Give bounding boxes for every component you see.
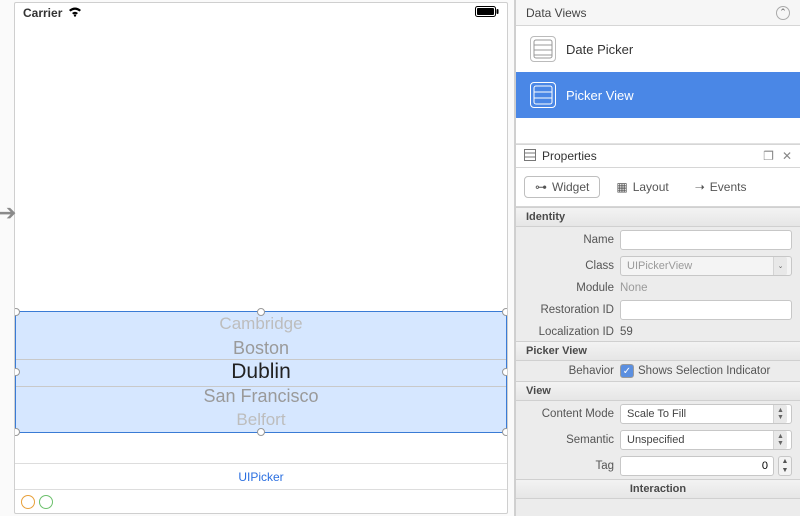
properties-title: Properties	[542, 149, 597, 163]
semantic-value: Unspecified	[627, 434, 684, 446]
tab-events[interactable]: ➝ Events	[685, 176, 757, 198]
first-responder-icon[interactable]	[39, 495, 53, 509]
device-frame: Carrier Cambridge Boston Dublin San Fran…	[14, 2, 508, 514]
picker-row-selected[interactable]: Dublin	[16, 360, 506, 384]
data-views-header[interactable]: Data Views ⌃	[516, 0, 800, 26]
properties-tabs: ⊶ Widget ▦ Layout ➝ Events	[516, 168, 800, 207]
resize-handle[interactable]	[14, 428, 20, 436]
tab-label: Events	[710, 180, 747, 194]
tab-label: Layout	[633, 180, 669, 194]
data-views-title: Data Views	[526, 6, 586, 20]
design-canvas[interactable]: ➔ Carrier Cambridge Boston Dublin San Fr…	[0, 0, 515, 516]
wifi-icon	[68, 6, 82, 20]
resize-handle[interactable]	[502, 308, 508, 316]
shows-selection-indicator-checkbox[interactable]: ✓	[620, 364, 634, 378]
chevron-down-icon: ⌄	[773, 257, 787, 275]
label-name: Name	[524, 234, 614, 246]
localization-id-value: 59	[620, 326, 633, 338]
properties-form: Identity Name Class UIPickerView ⌄ Modul…	[516, 207, 800, 499]
data-views-item-date-picker[interactable]: Date Picker	[516, 26, 800, 72]
data-views-item-label: Date Picker	[566, 42, 633, 57]
scene-dock	[15, 489, 507, 513]
picker-row[interactable]: San Francisco	[16, 384, 506, 408]
properties-header: Properties ❐ ✕	[516, 144, 800, 168]
updown-icon: ▲▼	[773, 431, 787, 449]
label-tag: Tag	[524, 460, 614, 472]
content-mode-combo[interactable]: Scale To Fill ▲▼	[620, 404, 792, 424]
tab-layout[interactable]: ▦ Layout	[606, 176, 678, 198]
row-module: Module None	[516, 279, 800, 297]
restoration-id-field[interactable]	[620, 300, 792, 320]
module-value: None	[620, 282, 648, 294]
section-interaction: Interaction	[516, 479, 800, 499]
row-content-mode: Content Mode Scale To Fill ▲▼	[516, 401, 800, 427]
section-view: View	[516, 381, 800, 401]
row-class: Class UIPickerView ⌄	[516, 253, 800, 279]
picker-view-icon	[530, 82, 556, 108]
view-controller-icon[interactable]	[21, 495, 35, 509]
tag-field[interactable]	[620, 456, 774, 476]
row-tag: Tag ▲▼	[516, 453, 800, 479]
detach-icon[interactable]: ❐	[763, 149, 774, 163]
label-restoration-id: Restoration ID	[524, 304, 614, 316]
class-combo[interactable]: UIPickerView ⌄	[620, 256, 792, 276]
row-localization-id: Localization ID 59	[516, 323, 800, 341]
semantic-combo[interactable]: Unspecified ▲▼	[620, 430, 792, 450]
label-content-mode: Content Mode	[524, 408, 614, 420]
row-semantic: Semantic Unspecified ▲▼	[516, 427, 800, 453]
picker-wheel[interactable]: Cambridge Boston Dublin San Francisco Be…	[16, 312, 506, 432]
data-views-item-picker-view[interactable]: Picker View	[516, 72, 800, 118]
picker-row[interactable]: Boston	[16, 336, 506, 360]
section-identity: Identity	[516, 207, 800, 227]
row-behavior: Behavior ✓ Shows Selection Indicator	[516, 361, 800, 381]
scene-title[interactable]: UIPicker	[15, 463, 507, 489]
data-views-blank	[516, 118, 800, 144]
close-icon[interactable]: ✕	[782, 149, 792, 163]
label-module: Module	[524, 282, 614, 294]
battery-icon	[475, 6, 499, 20]
label-semantic: Semantic	[524, 434, 614, 446]
row-restoration-id: Restoration ID	[516, 297, 800, 323]
updown-icon: ▲▼	[773, 405, 787, 423]
behavior-checkbox-label: Shows Selection Indicator	[638, 365, 770, 377]
date-picker-icon	[530, 36, 556, 62]
collapse-icon[interactable]: ⌃	[776, 6, 790, 20]
resize-handle[interactable]	[257, 428, 265, 436]
status-bar: Carrier	[15, 3, 507, 23]
class-value: UIPickerView	[627, 260, 692, 272]
data-views-list: Date Picker Picker View	[516, 26, 800, 144]
picker-view-widget[interactable]: Cambridge Boston Dublin San Francisco Be…	[15, 311, 507, 433]
section-picker-view: Picker View	[516, 341, 800, 361]
carrier-label: Carrier	[23, 6, 62, 20]
widget-tab-icon: ⊶	[535, 180, 547, 194]
row-name: Name	[516, 227, 800, 253]
label-class: Class	[524, 260, 614, 272]
label-localization-id: Localization ID	[524, 326, 614, 338]
layout-tab-icon: ▦	[616, 180, 627, 194]
tab-label: Widget	[552, 180, 589, 194]
content-mode-value: Scale To Fill	[627, 408, 686, 420]
tab-widget[interactable]: ⊶ Widget	[524, 176, 600, 198]
resize-handle[interactable]	[257, 308, 265, 316]
properties-icon	[524, 149, 536, 164]
device-stage[interactable]: Cambridge Boston Dublin San Francisco Be…	[15, 23, 507, 463]
label-behavior: Behavior	[524, 365, 614, 377]
data-views-item-label: Picker View	[566, 88, 634, 103]
name-field[interactable]	[620, 230, 792, 250]
resize-handle[interactable]	[502, 428, 508, 436]
tag-stepper[interactable]: ▲▼	[778, 456, 792, 476]
events-tab-icon: ➝	[695, 180, 705, 194]
inspector-panel: Data Views ⌃ Date Picker Picker View Pro…	[515, 0, 800, 516]
resize-handle[interactable]	[502, 368, 508, 376]
